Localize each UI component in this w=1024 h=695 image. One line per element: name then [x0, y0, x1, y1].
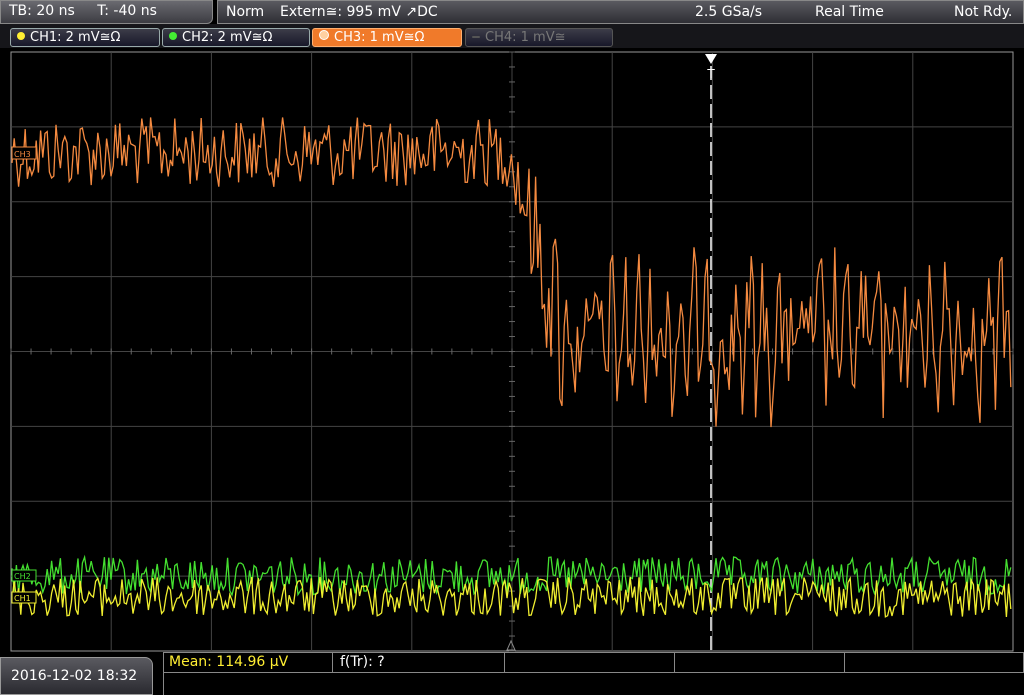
channel-1-reference-marker[interactable]: CH1: [11, 591, 37, 604]
trigger-position-icon[interactable]: [705, 54, 717, 64]
channel-2-reference-marker[interactable]: CH2: [11, 569, 37, 582]
trigger-offset-icon[interactable]: [506, 639, 516, 651]
channel-1-marker-label: CH1: [14, 594, 31, 603]
channel-2-marker-label: CH2: [14, 572, 31, 581]
fall-time-measurement: f(Tr): ?: [340, 654, 385, 670]
measurement-cell-empty-1[interactable]: [505, 652, 675, 673]
channel-3-reference-marker[interactable]: CH3: [11, 146, 37, 160]
channel-3-waveform: [11, 117, 1012, 428]
channel-1-waveform: [11, 575, 1012, 618]
measurement-cell-empty-3[interactable]: [845, 652, 1024, 673]
channel-3-marker-label: CH3: [14, 150, 31, 159]
date-time-panel[interactable]: 2016-12-02 18:32: [0, 657, 153, 695]
mean-measurement: Mean: 114.96 µV: [169, 654, 289, 670]
trigger-marker-label: T: [706, 67, 715, 81]
measurement-cell-empty-2[interactable]: [675, 652, 845, 673]
graticule: [10, 51, 1014, 652]
waveform-display[interactable]: T CH3 CH2 CH1: [0, 0, 1024, 695]
date-time: 2016-12-02 18:32: [11, 668, 138, 684]
